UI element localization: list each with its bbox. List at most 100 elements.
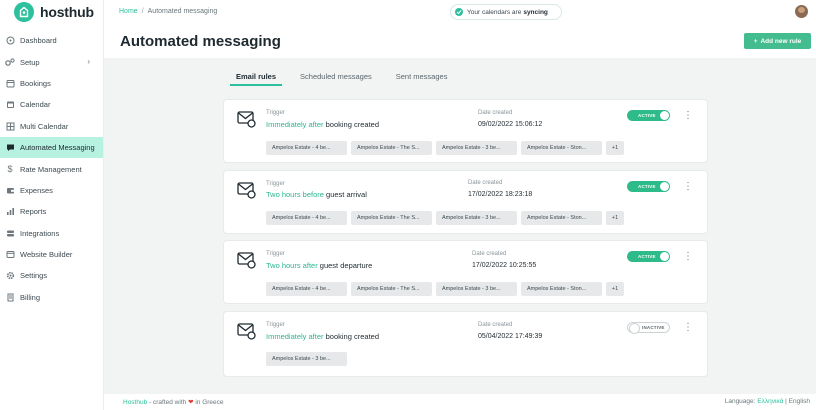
sidebar-item-dashboard[interactable]: Dashboard [0,30,103,51]
sidebar-item-label: Bookings [20,78,51,88]
sidebar-item-label: Reports [20,207,47,217]
message-icon [5,143,15,153]
sidebar-item-rate-management[interactable]: $ Rate Management [0,158,103,179]
more-options-icon[interactable]: ⋮ [683,252,693,262]
sidebar-item-multi-calendar[interactable]: Multi Calendar [0,116,103,137]
sidebar-item-setup[interactable]: Setup › [0,51,103,72]
mail-rule-icon [237,252,256,269]
integrations-icon [5,228,15,238]
property-chip: Ampelos Estate - The S... [351,282,432,296]
breadcrumb: Home / Automated messaging [119,8,217,15]
date-created-value: 09/02/2022 15:06:12 [478,121,543,128]
trigger-label: Trigger [266,322,285,328]
sidebar-item-label: Website Builder [20,250,73,260]
rule-card[interactable]: Trigger Immediately after booking create… [223,311,708,377]
property-chip: Ampelos Estate - The S... [351,211,432,225]
property-chip: Ampelos Estate - The S... [351,141,432,155]
multi-calendar-icon [5,121,15,131]
reports-icon [5,207,15,217]
rule-card[interactable]: Trigger Immediately after booking create… [223,99,708,163]
trigger-text: Immediately after booking created [266,120,379,129]
rule-card[interactable]: Trigger Two hours after guest departure … [223,240,708,304]
mail-rule-icon [237,182,256,199]
chevron-right-icon: › [87,57,90,67]
logo[interactable]: hosthub [14,2,94,22]
property-chip: Ampelos Estate - 3 be... [266,352,347,366]
sidebar-item-billing[interactable]: Billing [0,287,103,308]
calendar-sync-status[interactable]: Your calendars are syncing [450,4,562,20]
page-title: Automated messaging [120,33,281,50]
more-properties-chip[interactable]: +1 [606,141,624,155]
footer-brand-link[interactable]: Hosthub [123,399,147,406]
date-created-label: Date created [478,110,513,116]
more-options-icon[interactable]: ⋮ [683,111,693,121]
sync-state: syncing [523,8,548,16]
hosthub-logo-icon [14,2,34,22]
trigger-text: Immediately after booking created [266,332,379,341]
dollar-icon: $ [7,164,13,175]
property-chip: Ampelos Estate - Ston... [521,211,602,225]
topbar: Home / Automated messaging Your calendars … [104,0,816,24]
trigger-label: Trigger [266,181,285,187]
breadcrumb-home-link[interactable]: Home [119,8,138,15]
sidebar-item-calendar[interactable]: Calendar [0,94,103,115]
property-chip: Ampelos Estate - 3 be... [436,141,517,155]
language-label: Language: [724,398,756,405]
sidebar-item-website-builder[interactable]: Website Builder [0,244,103,265]
footer-location-text: in Greece [195,399,224,406]
sidebar-item-label: Automated Messaging [20,143,95,153]
sidebar-item-reports[interactable]: Reports [0,201,103,222]
sidebar-item-label: Setup [20,57,40,67]
settings-icon [5,271,15,281]
trigger-label: Trigger [266,251,285,257]
tab-sent-messages[interactable]: Sent messages [390,70,454,86]
sidebar-item-settings[interactable]: Settings [0,265,103,286]
more-options-icon[interactable]: ⋮ [683,182,693,192]
more-options-icon[interactable]: ⋮ [683,323,693,333]
rule-status-toggle[interactable]: ACTIVE [627,251,670,262]
sidebar-item-label: Settings [20,271,48,281]
sidebar-item-bookings[interactable]: Bookings [0,73,103,94]
add-new-rule-button[interactable]: + Add new rule [744,33,811,49]
property-chip: Ampelos Estate - 4 be... [266,282,347,296]
tab-email-rules[interactable]: Email rules [230,70,283,86]
property-chips: Ampelos Estate - 3 be... [266,352,347,366]
property-chip: Ampelos Estate - 4 be... [266,141,347,155]
rule-status-toggle[interactable]: ACTIVE [627,181,670,192]
date-created-label: Date created [478,322,513,328]
rule-status-toggle[interactable]: INACTIVE [627,322,670,334]
property-chips: Ampelos Estate - 4 be... Ampelos Estate … [266,211,624,225]
sidebar-item-automated-messaging[interactable]: Automated Messaging [0,136,103,159]
check-icon [455,8,463,16]
property-chip: Ampelos Estate - 4 be... [266,211,347,225]
mail-rule-icon [237,111,256,128]
property-chip: Ampelos Estate - 3 be... [436,211,517,225]
gears-icon [5,57,15,67]
date-created-value: 17/02/2022 18:23:18 [468,191,533,198]
more-properties-chip[interactable]: +1 [606,282,624,296]
sidebar-item-label: Dashboard [20,36,57,46]
trigger-label: Trigger [266,110,285,116]
breadcrumb-current: Automated messaging [147,8,218,15]
language-option-english[interactable]: English [789,398,810,405]
add-new-rule-label: Add new rule [760,37,802,45]
more-properties-chip[interactable]: +1 [606,211,624,225]
footer-credit: Hosthub - crafted with ❤ in Greece [123,398,224,406]
sidebar-item-label: Expenses [20,185,53,195]
sidebar-nav: Dashboard Setup › Bookings Calendar Mult… [0,30,103,308]
tab-scheduled-messages[interactable]: Scheduled messages [294,70,378,86]
sidebar-item-label: Integrations [20,228,60,238]
mail-rule-icon [237,323,256,340]
website-icon [5,250,15,260]
sidebar-item-label: Multi Calendar [20,121,69,131]
rule-card[interactable]: Trigger Two hours before guest arrival D… [223,170,708,234]
expenses-icon [5,185,15,195]
calendar-icon [5,100,15,110]
breadcrumb-separator: / [141,8,144,15]
rule-status-toggle[interactable]: ACTIVE [627,110,670,121]
sidebar-item-integrations[interactable]: Integrations [0,223,103,244]
language-option-greek[interactable]: Ελληνικά [757,398,783,405]
sidebar-item-expenses[interactable]: Expenses [0,180,103,201]
avatar[interactable] [795,5,808,18]
date-created-label: Date created [468,180,503,186]
